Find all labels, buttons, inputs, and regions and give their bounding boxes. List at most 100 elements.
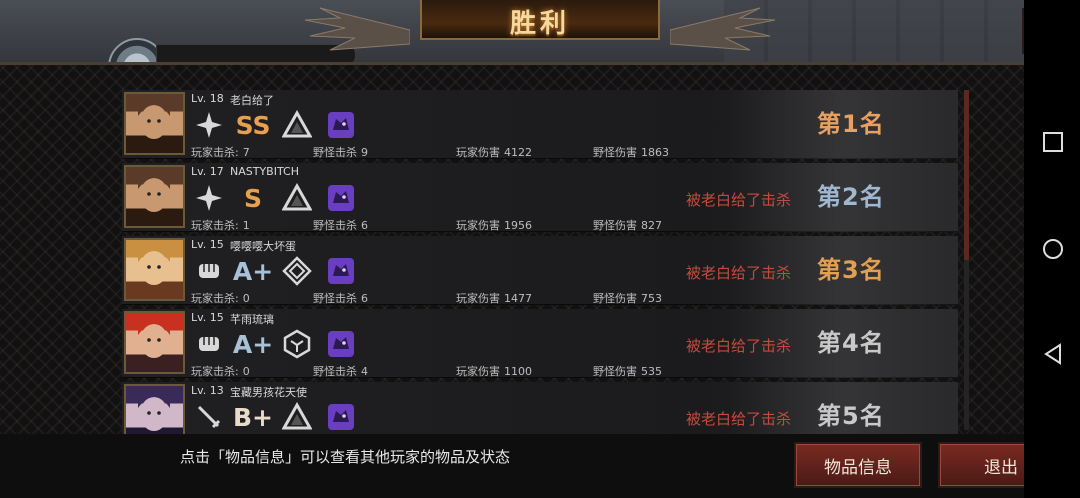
list-scrollbar[interactable]: [964, 90, 969, 430]
footer-bar: 点击「物品信息」可以查看其他玩家的物品及状态 物品信息 退出: [0, 434, 1024, 498]
player-row[interactable]: Lv. 18 老白给了 SS 玩家击杀: 7 野怪击杀 9 玩家伤害 4122 野怪伤…: [122, 90, 958, 159]
player-level: Lv. 17: [191, 165, 224, 178]
player-icons: SS: [194, 108, 370, 142]
fist-icon: [194, 329, 224, 359]
home-icon[interactable]: [1042, 238, 1064, 260]
player-row[interactable]: Lv. 15 嘤嘤嘤大坏蛋 A+ 玩家击杀: 0 野怪击杀 6 玩家伤害 1477 野…: [122, 236, 958, 305]
killed-by-text: 被老白给了击杀: [686, 264, 792, 282]
grade-text: B+: [233, 402, 274, 432]
sword-icon: [194, 402, 224, 432]
player-damage-label: 玩家伤害: [456, 146, 500, 159]
beast-icon: [326, 256, 356, 286]
player-icons: A+: [194, 254, 370, 288]
monster-kills-stat: 野怪击杀 4: [313, 363, 368, 379]
player-result-list[interactable]: Lv. 18 老白给了 SS 玩家击杀: 7 野怪击杀 9 玩家伤害 4122 野怪伤…: [122, 90, 958, 435]
player-kills-stat: 玩家击杀: 1: [191, 217, 250, 233]
player-damage-stat: 玩家伤害 1956: [456, 217, 532, 233]
monster-damage-value: 535: [641, 365, 662, 378]
hexagon-icon: [282, 329, 312, 359]
player-kills-stat: 玩家击杀: 7: [191, 144, 250, 160]
player-damage-stat: 玩家伤害 4122: [456, 144, 532, 160]
player-damage-label: 玩家伤害: [456, 219, 500, 232]
title-banner: 胜利: [420, 0, 660, 40]
right-wing-icon: [670, 7, 776, 51]
back-icon[interactable]: [1042, 343, 1064, 365]
game-screen: 胜利 Lv. 18 老白给了 SS 玩家击杀: 7 野怪击杀 9 玩家伤害 41…: [0, 0, 1024, 498]
monster-kills-stat: 野怪击杀 6: [313, 217, 368, 233]
player-kills-label: 玩家击杀:: [191, 219, 239, 232]
monster-kills-label: 野怪击杀: [313, 146, 357, 159]
player-row[interactable]: Lv. 17 NASTYBITCH S 玩家击杀: 1 野怪击杀 6 玩家伤害 195…: [122, 163, 958, 232]
player-kills-stat: 玩家击杀: 0: [191, 363, 250, 379]
grade-badge: A+: [233, 256, 273, 286]
left-wing-icon: [304, 7, 410, 51]
player-kills-value: 7: [242, 146, 250, 159]
player-row[interactable]: Lv. 13 宝藏男孩花天使 B+ 被老白给了击杀 第5名: [122, 382, 958, 435]
monster-damage-label: 野怪伤害: [593, 292, 637, 305]
player-kills-value: 0: [242, 292, 250, 305]
player-kills-label: 玩家击杀:: [191, 365, 239, 378]
monster-kills-label: 野怪击杀: [313, 219, 357, 232]
item-info-button[interactable]: 物品信息: [794, 442, 922, 488]
player-damage-stat: 玩家伤害 1100: [456, 363, 532, 379]
grade-badge: B+: [233, 402, 273, 432]
player-kills-label: 玩家击杀:: [191, 292, 239, 305]
rank-label: 第1名: [817, 110, 885, 138]
hint-text: 点击「物品信息」可以查看其他玩家的物品及状态: [180, 448, 511, 466]
monster-damage-label: 野怪伤害: [593, 146, 637, 159]
player-name: 老白给了: [230, 94, 274, 107]
rank-label: 第3名: [817, 256, 885, 284]
grade-text: S: [243, 183, 262, 213]
shuriken-icon: [194, 183, 224, 213]
monster-damage-stat: 野怪伤害 753: [593, 290, 662, 306]
killed-by-text: 被老白给了击杀: [686, 337, 792, 355]
scroll-thumb[interactable]: [964, 90, 969, 260]
killed-by-text: 被老白给了击杀: [686, 410, 792, 428]
monster-damage-value: 827: [641, 219, 662, 232]
monster-damage-label: 野怪伤害: [593, 365, 637, 378]
player-name: 芊雨琉璃: [230, 313, 274, 326]
grade-badge: SS: [236, 110, 271, 140]
exit-button[interactable]: 退出: [938, 442, 1024, 488]
player-damage-stat: 玩家伤害 1477: [456, 290, 532, 306]
player-name: 嘤嘤嘤大坏蛋: [230, 240, 296, 253]
player-damage-value: 1477: [504, 292, 532, 305]
player-avatar[interactable]: [124, 311, 185, 374]
recent-apps-icon[interactable]: [1042, 131, 1064, 153]
rank-label: 第5名: [817, 402, 885, 430]
player-icons: A+: [194, 327, 370, 361]
monster-kills-stat: 野怪击杀 6: [313, 290, 368, 306]
player-kills-value: 0: [242, 365, 250, 378]
player-avatar[interactable]: [124, 92, 185, 155]
player-damage-value: 1956: [504, 219, 532, 232]
player-avatar[interactable]: [124, 384, 185, 435]
player-avatar[interactable]: [124, 238, 185, 301]
grade-text: A+: [232, 329, 274, 359]
grade-badge: A+: [233, 329, 273, 359]
beast-icon: [326, 402, 356, 432]
player-row[interactable]: Lv. 15 芊雨琉璃 A+ 玩家击杀: 0 野怪击杀 4 玩家伤害 1100 野怪伤…: [122, 309, 958, 378]
monster-damage-stat: 野怪伤害 827: [593, 217, 662, 233]
killed-by-text: 被老白给了击杀: [686, 191, 792, 209]
player-avatar[interactable]: [124, 165, 185, 228]
triangle-icon: [282, 183, 312, 213]
beast-icon: [326, 110, 356, 140]
monster-damage-value: 753: [641, 292, 662, 305]
triangle-icon: [282, 402, 312, 432]
monster-damage-stat: 野怪伤害 535: [593, 363, 662, 379]
player-damage-label: 玩家伤害: [456, 365, 500, 378]
player-icons: B+: [194, 400, 370, 434]
player-level: Lv. 15: [191, 311, 224, 324]
victory-title: 胜利: [509, 9, 570, 39]
monster-damage-value: 1863: [641, 146, 669, 159]
player-name: NASTYBITCH: [230, 165, 299, 178]
monster-kills-label: 野怪击杀: [313, 292, 357, 305]
android-nav-bar: [1024, 0, 1080, 498]
triangle-icon: [282, 110, 312, 140]
player-name: 宝藏男孩花天使: [230, 386, 307, 399]
player-kills-value: 1: [242, 219, 250, 232]
rank-label: 第2名: [817, 183, 885, 211]
player-level: Lv. 13: [191, 384, 224, 397]
monster-kills-value: 4: [361, 365, 368, 378]
player-damage-value: 4122: [504, 146, 532, 159]
